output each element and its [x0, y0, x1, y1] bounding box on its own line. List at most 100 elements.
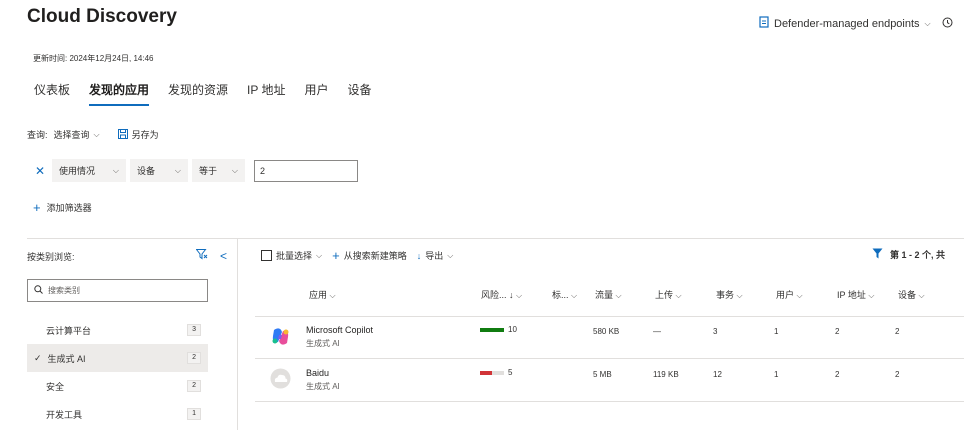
document-icon: [759, 16, 769, 31]
app-name[interactable]: Microsoft Copilot: [306, 325, 373, 335]
app-name[interactable]: Baidu: [306, 368, 340, 378]
save-as-button[interactable]: 另存为: [117, 128, 159, 141]
column-header-transactions[interactable]: 事务 ⌵: [716, 288, 743, 301]
upload-cell: 119 KB: [653, 370, 679, 379]
export-label: 导出: [425, 251, 444, 261]
filter-field-label: 使用情况: [59, 166, 96, 176]
clock-icon[interactable]: [942, 17, 953, 31]
devices-cell: 2: [895, 370, 900, 379]
new-policy-label: 从搜索新建策略: [343, 251, 407, 261]
sidebar-header: 按类别浏览: <: [27, 249, 227, 263]
category-count: 3: [187, 324, 201, 336]
sidebar-item-generative-ai[interactable]: ✓ 生成式 AI 2: [27, 344, 208, 372]
header-label: 事务: [716, 290, 735, 300]
tab-bar: 仪表板 发现的应用 发现的资源 IP 地址 用户 设备: [34, 81, 372, 106]
tab-ip-addresses[interactable]: IP 地址: [247, 81, 285, 106]
search-icon: [34, 285, 43, 296]
table-row[interactable]: Microsoft Copilot 生成式 AI: [306, 325, 373, 349]
users-cell: 1: [774, 370, 779, 379]
bulk-select-button[interactable]: 批量选择 ⌵: [261, 249, 322, 262]
chevron-down-icon: ⌵: [736, 291, 743, 300]
header-label: 设备: [898, 290, 917, 300]
filter-clear-icon[interactable]: [195, 249, 208, 263]
chevron-down-icon: ⌵: [231, 165, 238, 175]
pagination-info: 第 1 - 2 个, 共: [872, 248, 945, 261]
users-cell: 1: [774, 327, 779, 336]
sidebar-item-security[interactable]: 安全 2: [27, 372, 208, 400]
divider: [255, 358, 964, 359]
tab-devices[interactable]: 设备: [348, 81, 372, 106]
tab-dashboard[interactable]: 仪表板: [34, 81, 70, 106]
column-header-ip[interactable]: IP 地址 ⌵: [837, 288, 874, 301]
chevron-down-icon: ⌵: [675, 291, 682, 300]
chevron-down-icon: ⌵: [93, 129, 100, 139]
new-policy-button[interactable]: + 从搜索新建策略: [332, 248, 407, 263]
upload-cell: —: [653, 327, 661, 336]
traffic-cell: 580 KB: [593, 327, 620, 336]
chevron-down-icon: ⌵: [316, 250, 323, 260]
collapse-icon[interactable]: <: [220, 249, 227, 263]
checkbox[interactable]: [261, 250, 272, 261]
category-label: 安全: [46, 381, 65, 392]
filter-value-input[interactable]: 2: [254, 159, 358, 182]
save-icon: [117, 128, 128, 141]
select-query-dropdown[interactable]: 选择查询 ⌵: [54, 128, 100, 141]
filter-row: ✕ 使用情况 ⌵ 设备 ⌵ 等于 ⌵ 2: [33, 159, 358, 182]
category-label: 开发工具: [46, 409, 83, 420]
add-filter-button[interactable]: + 添加筛选器: [33, 200, 92, 215]
filter-entity-dropdown[interactable]: 设备 ⌵: [130, 159, 188, 182]
header-label: IP 地址: [837, 290, 866, 300]
range-label: 第 1 - 2 个, 共: [890, 250, 946, 260]
ip-cell: 2: [835, 370, 840, 379]
sidebar-title: 按类别浏览:: [27, 251, 75, 262]
column-header-users[interactable]: 用户 ⌵: [776, 288, 803, 301]
divider: [27, 238, 964, 239]
divider: [255, 401, 964, 402]
filter-operator-dropdown[interactable]: 等于 ⌵: [192, 159, 245, 182]
column-header-traffic[interactable]: 流量 ⌵: [595, 288, 622, 301]
category-count: 1: [187, 408, 201, 420]
category-search-input[interactable]: 搜索类别: [27, 279, 208, 302]
chevron-down-icon: ⌵: [174, 165, 181, 175]
risk-bar: [480, 370, 504, 375]
funnel-icon[interactable]: [872, 248, 883, 261]
download-icon: ↓: [416, 250, 422, 261]
sidebar-item-cloud-platform[interactable]: 云计算平台 3: [27, 316, 208, 344]
chevron-down-icon: ⌵: [516, 291, 523, 300]
export-button[interactable]: ↓ 导出 ⌵: [417, 249, 454, 262]
risk-score: 10: [480, 325, 517, 334]
category-count: 2: [187, 352, 201, 364]
devices-cell: 2: [895, 327, 900, 336]
query-row: 查询: 选择查询 ⌵ 另存为: [27, 128, 159, 141]
table-toolbar: 批量选择 ⌵ + 从搜索新建策略 ↓ 导出 ⌵: [261, 248, 453, 263]
risk-value: 5: [508, 368, 513, 377]
endpoint-label: Defender-managed endpoints: [774, 17, 920, 30]
updated-time: 更新时间: 2024年12月24日, 14:46: [33, 54, 154, 63]
column-header-app[interactable]: 应用 ⌵: [309, 288, 336, 301]
table-row[interactable]: Baidu 生成式 AI: [306, 368, 340, 392]
filter-operator-label: 等于: [199, 166, 218, 176]
column-header-devices[interactable]: 设备 ⌵: [898, 288, 925, 301]
header-label: 流量: [595, 290, 614, 300]
sidebar-item-dev-tools[interactable]: 开发工具 1: [27, 400, 208, 428]
close-icon[interactable]: ✕: [33, 164, 47, 178]
filter-field-dropdown[interactable]: 使用情况 ⌵: [52, 159, 126, 182]
chevron-down-icon: ⌵: [868, 291, 875, 300]
risk-value: 10: [508, 325, 517, 334]
column-header-tag[interactable]: 标... ⌵: [552, 288, 577, 301]
page-title: Cloud Discovery: [27, 6, 177, 27]
cloud-app-icon: [270, 368, 291, 392]
checkmark-icon: ✓: [34, 352, 42, 363]
tab-discovered-apps[interactable]: 发现的应用: [89, 81, 150, 106]
header-label: 标...: [552, 290, 569, 300]
plus-icon: +: [332, 248, 340, 263]
endpoint-selector[interactable]: Defender-managed endpoints ⌵: [759, 16, 953, 31]
risk-bar: [480, 327, 504, 332]
tab-users[interactable]: 用户: [305, 81, 329, 106]
chevron-down-icon: ⌵: [796, 291, 803, 300]
column-header-upload[interactable]: 上传 ⌵: [655, 288, 682, 301]
save-as-label: 另存为: [131, 130, 159, 140]
tab-discovered-resources[interactable]: 发现的资源: [168, 81, 228, 106]
column-header-risk[interactable]: 风险... ↓ ⌵: [481, 288, 522, 301]
ip-cell: 2: [835, 327, 840, 336]
